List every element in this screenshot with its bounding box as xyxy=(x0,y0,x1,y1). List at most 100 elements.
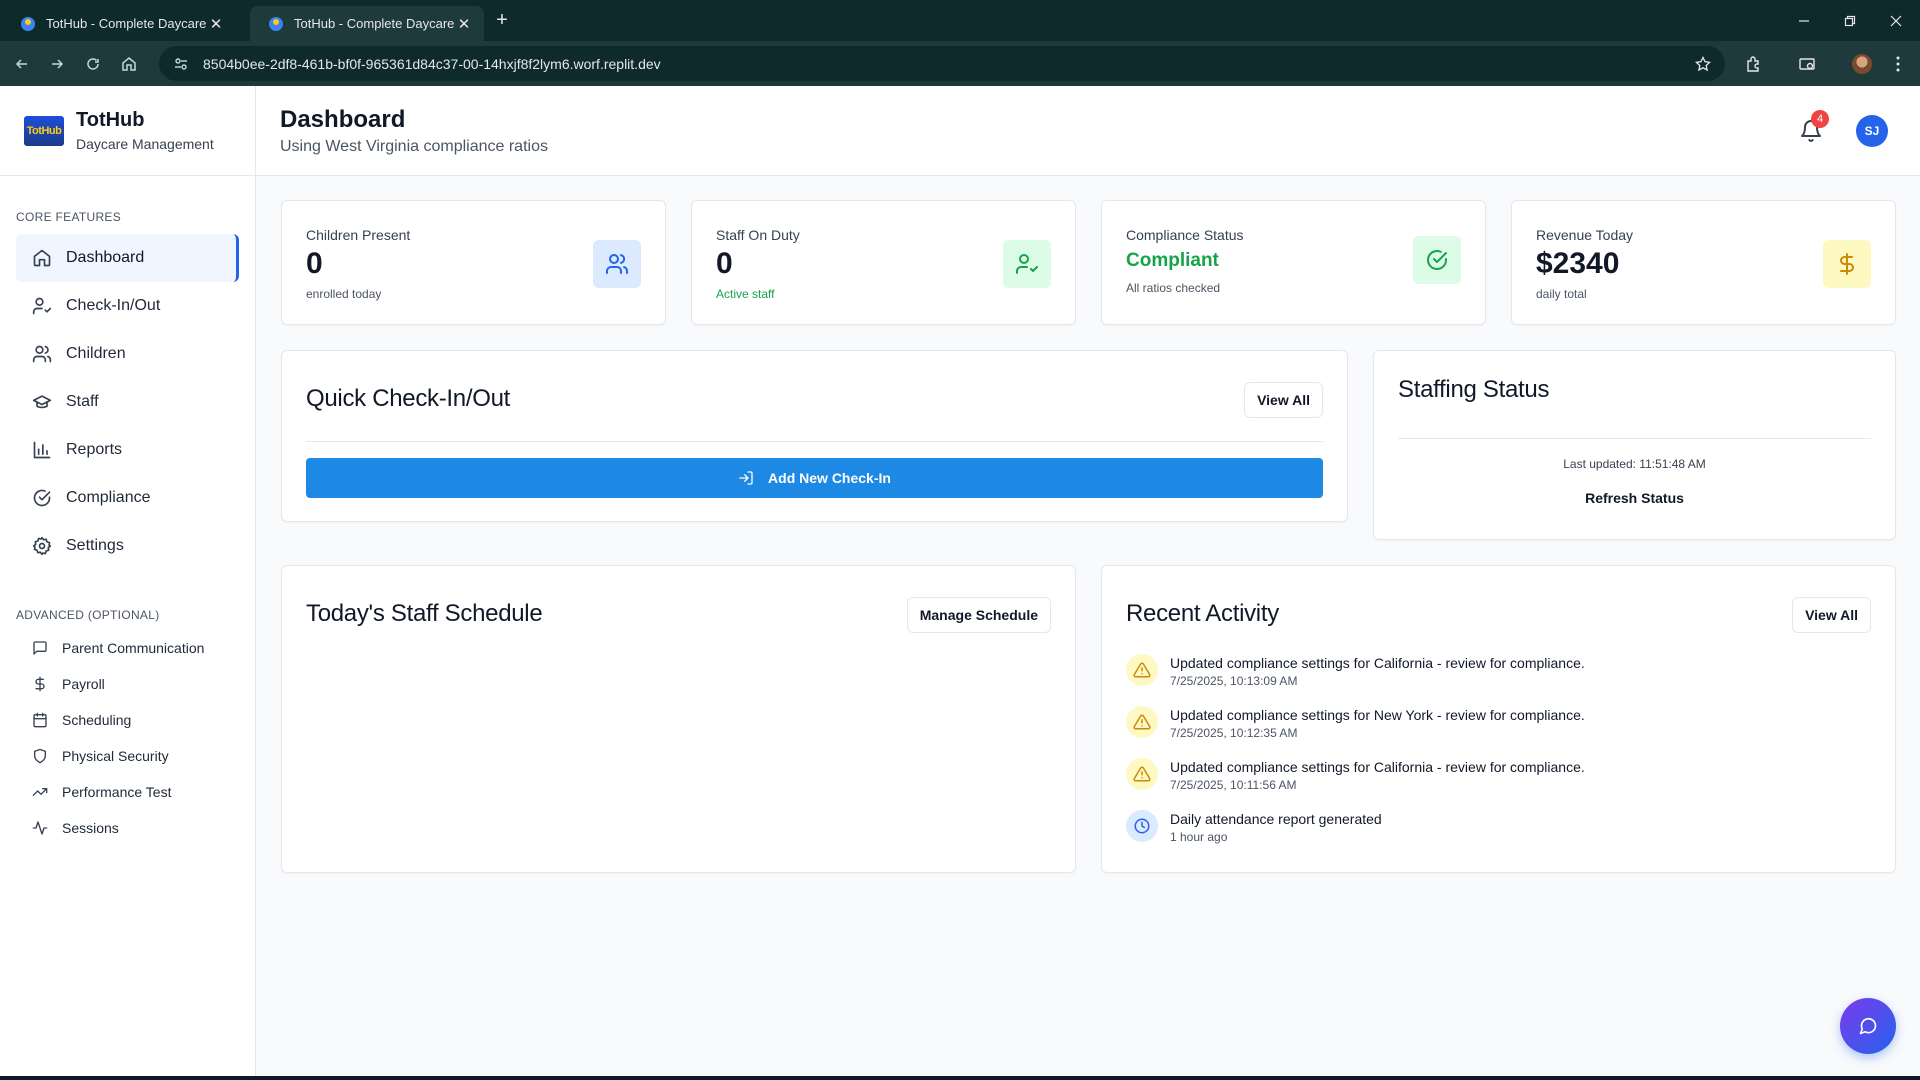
close-tab-icon[interactable]: ✕ xyxy=(206,14,226,34)
sidebar-item-compliance[interactable]: Compliance xyxy=(16,474,239,522)
window-bottom-edge xyxy=(0,1076,1920,1080)
extensions-icon[interactable] xyxy=(1740,50,1768,78)
activity-icon xyxy=(32,821,48,835)
alert-triangle-icon xyxy=(1126,758,1158,790)
tothub-favicon-icon xyxy=(269,16,283,31)
stat-card-compliance-status: Compliance Status Compliant All ratios c… xyxy=(1101,200,1486,325)
trending-up-icon xyxy=(32,788,48,796)
brand[interactable]: TotHub TotHub Daycare Management xyxy=(0,86,255,176)
browser-toolbar: 8504b0ee-2df8-461b-bf0f-965361d84c37-00-… xyxy=(0,41,1920,86)
activity-time: 1 hour ago xyxy=(1170,830,1228,844)
brand-name: TotHub xyxy=(76,109,145,131)
url-text[interactable]: 8504b0ee-2df8-461b-bf0f-965361d84c37-00-… xyxy=(203,56,1689,72)
forward-icon[interactable] xyxy=(43,50,71,78)
advanced-nav: Parent Communication Payroll Scheduling … xyxy=(0,630,255,846)
user-check-icon xyxy=(32,297,52,315)
gear-icon xyxy=(32,536,52,556)
activity-list: Updated compliance settings for Californ… xyxy=(1126,654,1846,862)
sidebar-item-physical-security[interactable]: Physical Security xyxy=(16,738,239,774)
browser-menu-icon[interactable] xyxy=(1884,50,1912,78)
tab-title: TotHub - Complete Daycare Ma xyxy=(46,16,206,31)
sidebar-item-scheduling[interactable]: Scheduling xyxy=(16,702,239,738)
stat-foot: All ratios checked xyxy=(1126,281,1221,295)
restore-icon[interactable] xyxy=(1826,0,1874,41)
add-new-checkin-label: Add New Check-In xyxy=(768,470,891,486)
minimize-icon[interactable] xyxy=(1780,0,1828,41)
core-features-label: CORE FEATURES xyxy=(16,210,122,224)
close-tab-icon[interactable]: ✕ xyxy=(454,14,474,34)
sidebar-item-dashboard[interactable]: Dashboard xyxy=(16,234,239,282)
reading-mode-icon[interactable] xyxy=(1793,50,1821,78)
sidebar-item-label: Reports xyxy=(66,441,123,458)
add-new-checkin-button[interactable]: Add New Check-In xyxy=(306,458,1323,498)
bar-chart-icon xyxy=(33,441,51,459)
stat-foot: Active staff xyxy=(716,287,775,301)
stat-foot: enrolled today xyxy=(306,287,382,301)
sidebar-item-label: Scheduling xyxy=(62,712,132,728)
user-avatar[interactable]: SJ xyxy=(1856,115,1888,147)
dollar-icon xyxy=(1823,240,1871,288)
message-circle-icon xyxy=(1859,1017,1877,1035)
quick-checkin-card: Quick Check-In/Out View All Add New Chec… xyxy=(281,350,1348,522)
card-divider xyxy=(1398,438,1871,439)
browser-tab-1[interactable]: TotHub - Complete Daycare Ma ✕ xyxy=(2,6,236,41)
staffing-status-card: Staffing Status Last updated: 11:51:48 A… xyxy=(1373,350,1896,540)
sidebar-item-label: Settings xyxy=(66,537,124,554)
sidebar-item-sessions[interactable]: Sessions xyxy=(16,810,239,846)
tothub-favicon-icon xyxy=(21,16,35,31)
browser-tabstrip: TotHub - Complete Daycare Ma ✕ TotHub - … xyxy=(0,0,1920,41)
sidebar: TotHub TotHub Daycare Management CORE FE… xyxy=(0,86,256,1076)
users-icon xyxy=(593,240,641,288)
sidebar-item-staff[interactable]: Staff xyxy=(16,378,239,426)
back-icon[interactable] xyxy=(8,50,36,78)
check-circle-icon xyxy=(1413,236,1461,284)
stat-card-children-present: Children Present 0 enrolled today xyxy=(281,200,666,325)
close-window-icon[interactable] xyxy=(1872,0,1920,41)
chat-button[interactable] xyxy=(1840,998,1896,1054)
alert-triangle-icon xyxy=(1126,654,1158,686)
address-bar[interactable]: 8504b0ee-2df8-461b-bf0f-965361d84c37-00-… xyxy=(159,46,1725,81)
stat-foot: daily total xyxy=(1536,287,1587,301)
stat-label: Children Present xyxy=(306,227,411,243)
sidebar-item-payroll[interactable]: Payroll xyxy=(16,666,239,702)
sidebar-item-reports[interactable]: Reports xyxy=(16,426,239,474)
graduation-cap-icon xyxy=(32,395,52,409)
home-icon[interactable] xyxy=(115,50,143,78)
page-subtitle: Using West Virginia compliance ratios xyxy=(280,138,548,155)
sidebar-item-label: Sessions xyxy=(62,820,119,836)
sidebar-item-label: Physical Security xyxy=(62,748,169,764)
bookmark-star-icon[interactable] xyxy=(1689,50,1717,78)
view-all-checkins-button[interactable]: View All xyxy=(1244,382,1323,418)
recent-activity-card: Recent Activity View All Updated complia… xyxy=(1101,565,1896,873)
sidebar-item-performance-test[interactable]: Performance Test xyxy=(16,774,239,810)
clock-icon xyxy=(1126,810,1158,842)
browser-tab-2[interactable]: TotHub - Complete Daycare Ma ✕ xyxy=(250,6,484,41)
sidebar-item-label: Staff xyxy=(66,393,99,410)
sidebar-item-label: Compliance xyxy=(66,489,151,506)
stat-value: 0 xyxy=(716,247,733,280)
sidebar-item-check-in-out[interactable]: Check-In/Out xyxy=(16,282,239,330)
new-tab-icon[interactable]: + xyxy=(490,8,514,32)
sidebar-item-label: Payroll xyxy=(62,676,105,692)
sidebar-item-parent-communication[interactable]: Parent Communication xyxy=(16,630,239,666)
activity-time: 7/25/2025, 10:13:09 AM xyxy=(1170,674,1298,688)
home-icon xyxy=(33,249,51,267)
site-info-icon[interactable] xyxy=(169,52,193,76)
refresh-status-button[interactable]: Refresh Status xyxy=(1374,490,1895,506)
page-title: Dashboard xyxy=(280,106,406,133)
activity-text: Updated compliance settings for Californ… xyxy=(1170,759,1585,775)
sidebar-item-label: Dashboard xyxy=(66,249,145,266)
staff-schedule-card: Today's Staff Schedule Manage Schedule xyxy=(281,565,1076,873)
view-all-activity-button[interactable]: View All xyxy=(1792,597,1871,633)
page-header: Dashboard Using West Virginia compliance… xyxy=(256,86,1920,176)
sidebar-item-settings[interactable]: Settings xyxy=(16,522,239,570)
reload-icon[interactable] xyxy=(79,50,107,78)
profile-avatar-icon[interactable] xyxy=(1848,50,1876,78)
stat-card-revenue-today: Revenue Today $2340 daily total xyxy=(1511,200,1896,325)
activity-time: 7/25/2025, 10:12:35 AM xyxy=(1170,726,1298,740)
sidebar-item-label: Children xyxy=(66,345,126,362)
activity-text: Daily attendance report generated xyxy=(1170,811,1382,827)
sidebar-item-children[interactable]: Children xyxy=(16,330,239,378)
manage-schedule-button[interactable]: Manage Schedule xyxy=(906,597,1051,633)
brand-subtitle: Daycare Management xyxy=(76,136,214,152)
